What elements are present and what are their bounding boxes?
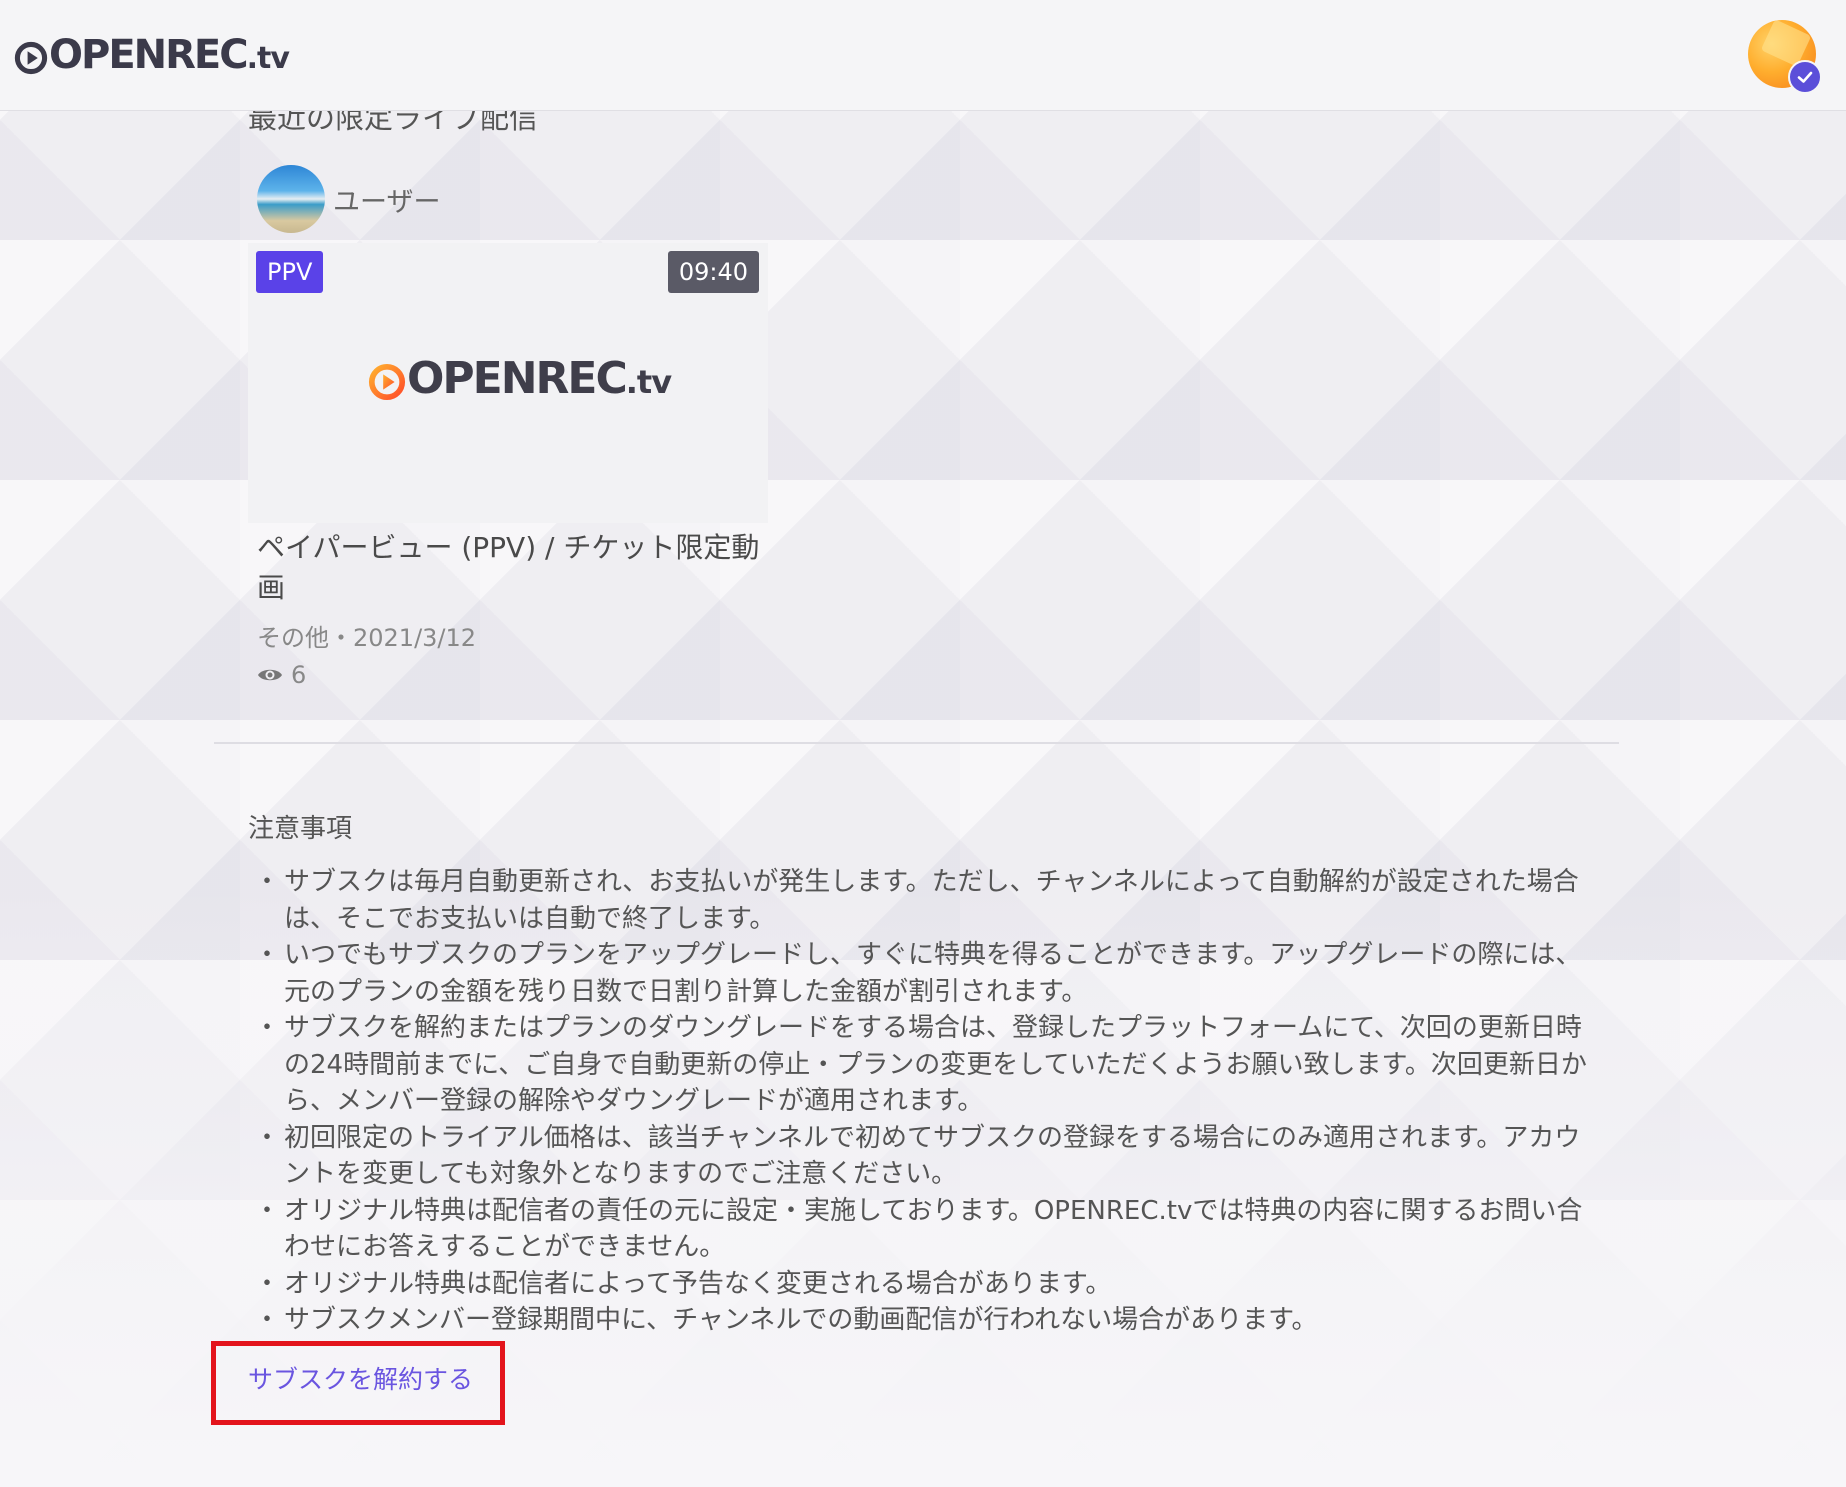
check-badge-icon <box>1788 60 1822 94</box>
note-item: サブスクは毎月自動更新され、お支払いが発生します。ただし、チャンネルによって自動… <box>254 864 1596 937</box>
video-meta: その他・2021/3/12 <box>257 624 477 652</box>
note-item: オリジナル特典は配信者によって予告なく変更される場合があります。 <box>254 1266 1596 1303</box>
thumbnail-logo-tv: .tv <box>625 363 672 401</box>
notes-title: 注意事項 <box>248 814 353 844</box>
thumbnail-logo-main: OPENREC <box>407 353 628 404</box>
video-title[interactable]: ペイパービュー (PPV) / チケット限定動画 <box>257 528 777 608</box>
notes-list: サブスクは毎月自動更新され、お支払いが発生します。ただし、チャンネルによって自動… <box>254 864 1596 1339</box>
logo-tv-text: .tv <box>246 41 290 76</box>
user-avatar[interactable] <box>1748 20 1822 94</box>
channel-name[interactable]: ユーザー <box>333 180 440 219</box>
view-count: 6 <box>257 661 306 689</box>
site-logo[interactable]: OPENREC.tv <box>14 32 290 82</box>
openrec-play-logo-icon <box>368 363 406 401</box>
site-header: OPENREC.tv <box>0 0 1846 111</box>
unsubscribe-link[interactable]: サブスクを解約する <box>248 1362 473 1398</box>
thumbnail-logo: OPENREC.tv <box>368 353 672 405</box>
note-item: サブスクを解約またはプランのダウングレードをする場合は、登録したプラットフォーム… <box>254 1010 1596 1120</box>
channel-avatar[interactable] <box>257 165 325 233</box>
channel-info[interactable]: ユーザー <box>257 165 440 233</box>
section-divider <box>214 742 1619 744</box>
video-thumbnail[interactable]: OPENREC.tv PPV 09:40 <box>248 243 768 523</box>
main-content: 最近の限定ライブ配信 ユーザー OPENREC.tv PPV 09:40 ペイパ… <box>0 0 1846 1487</box>
duration-badge: 09:40 <box>667 251 759 293</box>
note-item: 初回限定のトライアル価格は、該当チャンネルで初めてサブスクの登録をする場合にのみ… <box>254 1120 1596 1193</box>
note-item: オリジナル特典は配信者の責任の元に設定・実施しております。OPENREC.tvで… <box>254 1193 1596 1266</box>
eye-icon <box>258 669 282 681</box>
note-item: いつでもサブスクのプランをアップグレードし、すぐに特典を得ることができます。アッ… <box>254 937 1596 1010</box>
note-item: サブスクメンバー登録期間中に、チャンネルでの動画配信が行われない場合があります。 <box>254 1302 1596 1339</box>
view-count-value: 6 <box>291 661 307 689</box>
ppv-badge: PPV <box>256 251 324 293</box>
openrec-logo-icon <box>14 41 48 75</box>
logo-main-text: OPENREC <box>49 32 249 78</box>
